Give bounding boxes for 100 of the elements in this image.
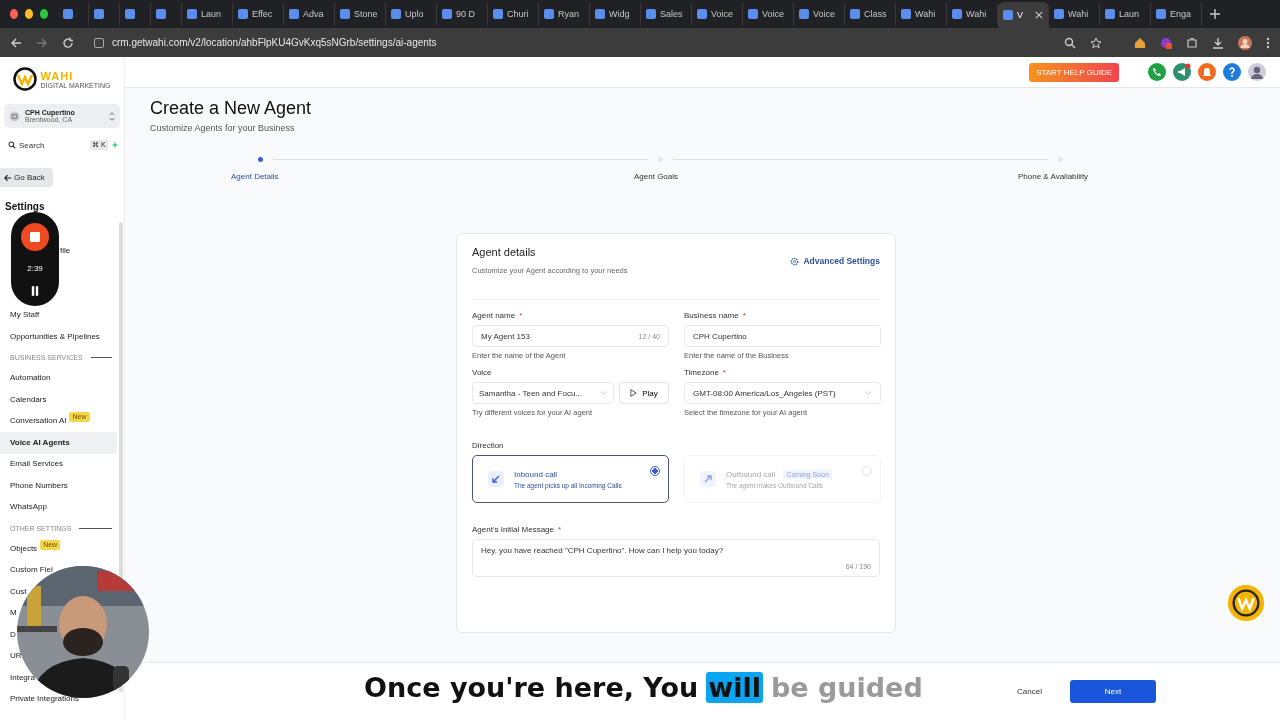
browser-tab[interactable]: Uplo xyxy=(386,3,437,25)
browser-tab[interactable]: Voice xyxy=(692,3,743,25)
menu-item[interactable]: Custom Fiel xyxy=(10,565,53,576)
field-label: Agent's Initial Message xyxy=(472,525,554,534)
home-icon[interactable] xyxy=(1134,36,1146,49)
browser-tab[interactable]: Widg xyxy=(590,3,641,25)
browser-tab[interactable]: Stone xyxy=(335,3,386,25)
search-field[interactable]: Search xyxy=(19,140,87,150)
favicon-icon xyxy=(697,9,707,19)
step-label[interactable]: Phone & Availability xyxy=(1018,172,1089,181)
browser-tab[interactable]: Wahi xyxy=(1049,3,1100,25)
timezone-dropdown[interactable]: GMT-08:00 America/Los_Angeles (PST) xyxy=(684,382,881,404)
settings-heading: Settings xyxy=(5,201,46,212)
caption-text: Once you're here, You xyxy=(363,672,700,703)
browser-tab[interactable]: Wahi xyxy=(896,3,947,25)
new-tab-icon[interactable] xyxy=(1210,9,1220,19)
close-window-button[interactable] xyxy=(10,9,18,19)
favicon-icon xyxy=(63,9,73,19)
menu-item[interactable]: M xyxy=(10,608,17,619)
phone-icon[interactable] xyxy=(1148,63,1166,81)
browser-tab[interactable]: Laun xyxy=(1100,3,1151,25)
browser-tab[interactable]: Voice xyxy=(743,3,794,25)
favicon-icon xyxy=(340,9,350,19)
step-label[interactable]: Agent Details xyxy=(231,172,279,181)
browser-tab[interactable]: Effec xyxy=(233,3,284,25)
option-title: Outbound call xyxy=(726,469,776,479)
menu-item[interactable]: Phone Numbers xyxy=(10,480,68,491)
step-label[interactable]: Agent Goals xyxy=(634,172,679,181)
reload-icon[interactable] xyxy=(62,36,74,49)
browser-tab[interactable]: 90 D xyxy=(437,3,488,25)
star-icon[interactable] xyxy=(1090,36,1102,49)
menu-item[interactable]: Automation xyxy=(10,373,51,384)
field-label: Agent name xyxy=(472,311,516,320)
favicon-icon xyxy=(646,9,656,19)
menu-item[interactable]: Integra xyxy=(10,672,35,683)
chevron-down-icon xyxy=(600,391,607,395)
go-back-button[interactable]: Go Back xyxy=(0,168,53,187)
radio-button[interactable] xyxy=(650,466,660,476)
favicon-icon xyxy=(1156,9,1166,19)
menu-item[interactable]: Cust xyxy=(10,586,27,597)
stop-button[interactable] xyxy=(20,222,50,253)
field-label: Voice xyxy=(472,368,492,377)
forward-arrow-icon[interactable] xyxy=(36,36,48,49)
browser-tab[interactable]: Ryan xyxy=(539,3,590,25)
favicon-icon xyxy=(391,9,401,19)
favicon-icon xyxy=(1054,9,1064,19)
avatar-icon[interactable] xyxy=(1238,35,1252,50)
menu-item[interactable]: file xyxy=(60,245,71,256)
zoom-icon[interactable] xyxy=(1064,36,1076,49)
menu-item[interactable]: Private Integrations xyxy=(10,694,79,705)
puzzle-icon[interactable] xyxy=(1186,36,1198,49)
browser-tab[interactable]: Adva xyxy=(284,3,335,25)
menu-item[interactable]: D xyxy=(10,629,16,640)
pause-icon[interactable] xyxy=(31,285,39,296)
bell-icon[interactable] xyxy=(1198,63,1216,81)
megaphone-icon[interactable] xyxy=(1173,63,1191,81)
browser-tab[interactable]: Sales xyxy=(641,3,692,25)
favicon-icon xyxy=(94,9,104,19)
chevron-down-icon xyxy=(865,391,872,395)
menu-item[interactable]: Calendars xyxy=(10,394,47,405)
voice-dropdown[interactable]: Samantha - Teen and Focu... xyxy=(472,382,614,404)
minimize-window-button[interactable] xyxy=(25,9,33,19)
menu-item[interactable]: UR xyxy=(10,651,22,662)
help-icon[interactable] xyxy=(1223,63,1241,81)
menu-item[interactable]: Opportunities & Pipelines xyxy=(10,331,100,342)
menu-icon[interactable] xyxy=(1266,36,1270,49)
extension-icon[interactable] xyxy=(1160,36,1172,49)
advanced-settings-link[interactable]: Advanced Settings xyxy=(790,256,880,266)
browser-tab[interactable]: Churi xyxy=(488,3,539,25)
play-button[interactable]: Play xyxy=(619,382,669,404)
browser-tab[interactable]: Class xyxy=(845,3,896,25)
required-mark: * xyxy=(558,525,562,534)
close-icon[interactable] xyxy=(1035,11,1043,19)
field-label: Direction xyxy=(472,441,504,450)
browser-tab[interactable]: Laun xyxy=(182,3,233,25)
site-info-icon[interactable] xyxy=(94,37,104,48)
menu-item[interactable]: Email Services xyxy=(10,459,63,470)
menu-item[interactable]: My Staff xyxy=(10,310,40,321)
browser-tab[interactable]: Voice xyxy=(794,3,845,25)
recording-time: 2:39 xyxy=(27,264,43,274)
favicon-icon xyxy=(901,9,911,19)
next-button[interactable]: Next xyxy=(1070,680,1156,703)
browser-tab[interactable]: Enga xyxy=(1151,3,1202,25)
favicon-icon xyxy=(442,9,452,19)
page-title: Create a New Agent xyxy=(150,98,313,119)
browser-tab[interactable]: V xyxy=(998,2,1049,28)
menu-item[interactable]: WhatsApp xyxy=(10,502,47,513)
business-name-field[interactable]: CPH Cupertino xyxy=(684,325,881,347)
cancel-button[interactable]: Cancel xyxy=(1011,686,1048,697)
logo-icon[interactable] xyxy=(1227,584,1265,622)
menu-item[interactable]: Voice AI Agents xyxy=(0,432,117,454)
logo-icon xyxy=(13,67,38,91)
maximize-window-button[interactable] xyxy=(40,9,48,19)
gear-icon xyxy=(790,256,800,266)
page-subtitle: Customize Agents for your Business xyxy=(150,123,296,133)
field-label: Timezone xyxy=(684,368,719,377)
avatar-icon[interactable] xyxy=(1248,63,1266,81)
download-icon[interactable] xyxy=(1212,36,1224,49)
back-arrow-icon[interactable] xyxy=(10,36,22,49)
play-icon xyxy=(630,389,638,397)
